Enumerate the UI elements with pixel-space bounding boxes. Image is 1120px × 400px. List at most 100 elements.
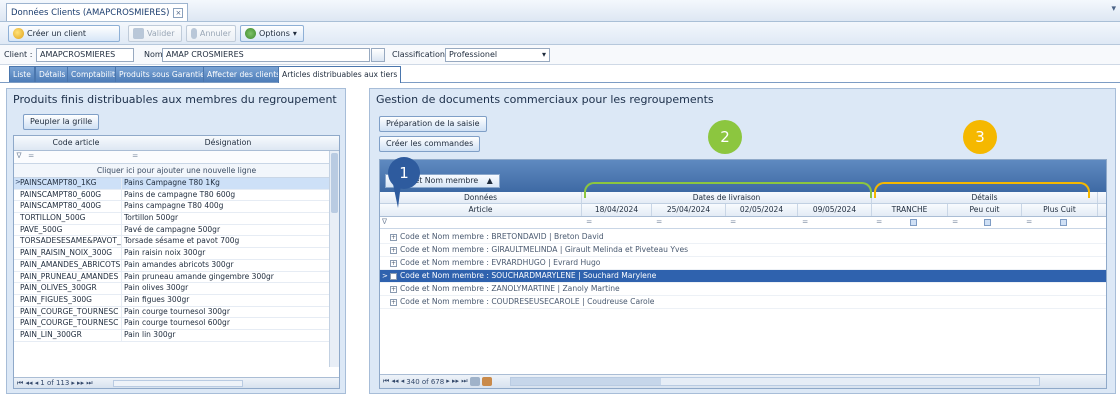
product-designation-cell[interactable]: Pavé de campagne 500gr <box>122 225 320 236</box>
edit-icon[interactable] <box>481 377 492 386</box>
product-designation-cell[interactable]: Pain courge tournesol 600gr <box>122 318 320 329</box>
product-code-cell[interactable]: PAINSCAMPT80_1KG <box>14 178 122 189</box>
product-designation-cell[interactable]: Pain lin 300gr <box>122 330 320 341</box>
filter-designation-cell[interactable]: = <box>128 151 328 163</box>
col-date-1[interactable]: 18/04/2024 <box>582 204 652 216</box>
orders-pager-nav-right-icon[interactable]: ▸ ▸▸ ⏭ <box>446 377 467 386</box>
product-row[interactable]: TORTILLON_500G Tortillon 500gr <box>14 213 339 225</box>
col-designation[interactable]: Désignation <box>128 136 328 150</box>
create-orders-button[interactable]: Créer les commandes <box>379 136 481 152</box>
tab-details[interactable]: Détails <box>35 66 70 82</box>
expand-group-icon[interactable]: + <box>390 298 397 306</box>
filter-tranche[interactable]: = <box>876 217 882 226</box>
filter-date-1[interactable]: = <box>586 217 592 226</box>
validate-button[interactable]: Valider <box>128 25 182 42</box>
product-designation-cell[interactable]: Pain courge tournesol 300gr <box>122 307 320 318</box>
product-designation-cell[interactable]: Pains campagne T80 400g <box>122 201 320 212</box>
product-designation-cell[interactable]: Pains Campagne T80 1Kg <box>122 178 320 189</box>
tab-affecter-clients[interactable]: Affecter des clients <box>203 66 285 82</box>
tab-produits-garantie[interactable]: Produits sous Garantie <box>115 66 209 82</box>
col-code-article[interactable]: Code article <box>24 136 128 150</box>
filter-plus-cuit-checkbox[interactable] <box>1060 219 1067 226</box>
product-code-cell[interactable]: PAINSCAMPT80_400G <box>14 201 122 213</box>
pager-nav-right-icon[interactable]: ▸ ▸▸ ⏭ <box>71 379 92 388</box>
tab-liste[interactable]: Liste <box>9 66 35 82</box>
products-scroll-thumb[interactable] <box>331 153 338 213</box>
col-peu-cuit[interactable]: Peu cuit <box>948 204 1022 216</box>
member-group-row[interactable]: + Code et Nom membre : COUDRESEUSECAROLE … <box>380 296 1106 309</box>
client-code-field[interactable]: AMAPCROSMIERES <box>36 48 134 62</box>
col-date-4[interactable]: 09/05/2024 <box>798 204 872 216</box>
product-designation-cell[interactable]: Torsade sésame et pavot 700g <box>122 236 320 247</box>
member-group-row[interactable]: + Code et Nom membre : BRETONDAVID | Bret… <box>380 231 1106 244</box>
expand-group-icon[interactable]: + <box>390 246 397 254</box>
cancel-button[interactable]: Annuler <box>186 25 236 42</box>
expand-group-icon[interactable]: + <box>390 272 397 280</box>
product-row[interactable]: PAIN_FIGUES_300G Pain figues 300gr <box>14 294 339 307</box>
classification-select[interactable]: Professionel ▾ <box>445 48 550 62</box>
product-code-cell[interactable]: TORTILLON_500G <box>14 213 122 224</box>
print-icon[interactable] <box>469 377 480 386</box>
product-row[interactable]: PAIN_PRUNEAU_AMANDES Pain pruneau amande … <box>14 271 339 284</box>
product-code-cell[interactable]: PAIN_AMANDES_ABRICOTS <box>14 259 122 271</box>
add-new-row[interactable]: Cliquer ici pour ajouter une nouvelle li… <box>14 164 339 178</box>
client-lookup-icon[interactable] <box>371 48 385 62</box>
filter-tranche-checkbox[interactable] <box>910 219 917 226</box>
product-row[interactable]: PAIN_RAISIN_NOIX_300G Pain raisin noix 30… <box>14 248 339 260</box>
product-code-cell[interactable]: PAINSCAMPT80_600G <box>14 189 122 201</box>
product-code-cell[interactable]: PAIN_OLIVES_300GR <box>14 283 122 294</box>
product-designation-cell[interactable]: Pains de campagne T80 600g <box>122 190 320 201</box>
col-date-2[interactable]: 25/04/2024 <box>652 204 726 216</box>
filter-plus-cuit[interactable]: = <box>1026 217 1032 226</box>
col-tranche[interactable]: TRANCHE <box>872 204 948 216</box>
filter-date-4[interactable]: = <box>802 217 808 226</box>
col-date-3[interactable]: 02/05/2024 <box>726 204 798 216</box>
filter-code-cell[interactable]: = <box>24 151 128 163</box>
document-tab[interactable]: Données Clients (AMAPCROSMIERES) × <box>6 3 189 21</box>
product-row[interactable]: TORSADESESAME&PAVOT_ Torsade sésame et pa… <box>14 236 339 249</box>
product-code-cell[interactable]: PAIN_LIN_300GR <box>14 329 122 341</box>
product-row[interactable]: PAVE_500G Pavé de campagne 500gr <box>14 224 339 237</box>
products-hscroll[interactable] <box>112 379 243 387</box>
orders-pager-nav-left-icon[interactable]: ⏮ ◂◂ ◂ <box>383 377 404 386</box>
orders-hscroll[interactable] <box>509 377 1040 386</box>
filter-peu-cuit[interactable]: = <box>952 217 958 226</box>
orders-filter-icon[interactable]: ∇ <box>382 217 387 226</box>
filter-peu-cuit-checkbox[interactable] <box>984 219 991 226</box>
expand-group-icon[interactable]: + <box>390 259 397 267</box>
filter-icon[interactable]: ∇ <box>14 151 24 163</box>
product-row[interactable]: > PAINSCAMPT80_1KG Pains Campagne T80 1Kg <box>14 178 339 190</box>
product-designation-cell[interactable]: Pain olives 300gr <box>122 283 320 294</box>
product-designation-cell[interactable]: Pain pruneau amande gingembre 300gr <box>122 272 320 283</box>
product-row[interactable]: PAIN_COURGE_TOURNESC Pain courge tourneso… <box>14 306 339 319</box>
client-name-field[interactable]: AMAP CROSMIERES <box>162 48 370 62</box>
product-designation-cell[interactable]: Pain amandes abricots 300gr <box>122 260 320 271</box>
window-menu-caret-icon[interactable]: ▾ <box>1111 4 1116 14</box>
product-row[interactable]: PAIN_COURGE_TOURNESC Pain courge tourneso… <box>14 318 339 330</box>
orders-hscroll-thumb[interactable] <box>510 378 661 385</box>
close-tab-icon[interactable]: × <box>173 7 184 18</box>
product-code-cell[interactable]: PAIN_RAISIN_NOIX_300G <box>14 248 122 259</box>
product-row[interactable]: PAINSCAMPT80_600G Pains de campagne T80 6… <box>14 189 339 202</box>
product-code-cell[interactable]: PAIN_COURGE_TOURNESC <box>14 306 122 318</box>
product-designation-cell[interactable]: Tortillon 500gr <box>122 213 320 224</box>
tab-articles-distribuables[interactable]: Articles distribuables aux tiers <box>278 66 402 83</box>
member-group-row[interactable]: > + Code et Nom membre : SOUCHARDMARYLENE … <box>380 270 1106 283</box>
member-group-row[interactable]: + Code et Nom membre : ZANOLYMARTINE | Za… <box>380 283 1106 296</box>
product-row[interactable]: PAIN_AMANDES_ABRICOTS Pain amandes abrico… <box>14 259 339 272</box>
options-button[interactable]: Options ▾ <box>240 25 304 42</box>
member-group-row[interactable]: + Code et Nom membre : GIRAULTMELINDA | G… <box>380 244 1106 257</box>
create-client-button[interactable]: Créer un client <box>8 25 120 42</box>
products-vertical-scrollbar[interactable] <box>329 151 339 367</box>
filter-date-2[interactable]: = <box>656 217 662 226</box>
prepare-entry-button[interactable]: Préparation de la saisie <box>379 116 487 132</box>
member-group-row[interactable]: + Code et Nom membre : EVRARDHUGO | Evrar… <box>380 257 1106 270</box>
product-code-cell[interactable]: PAVE_500G <box>14 224 122 236</box>
expand-group-icon[interactable]: + <box>390 285 397 293</box>
col-plus-cuit[interactable]: Plus Cuit <box>1022 204 1098 216</box>
product-code-cell[interactable]: PAIN_FIGUES_300G <box>14 294 122 306</box>
filter-date-3[interactable]: = <box>730 217 736 226</box>
product-row[interactable]: PAIN_LIN_300GR Pain lin 300gr <box>14 329 339 342</box>
pager-nav-left-icon[interactable]: ⏮ ◂◂ ◂ <box>17 379 38 388</box>
product-code-cell[interactable]: PAIN_COURGE_TOURNESC <box>14 318 122 329</box>
